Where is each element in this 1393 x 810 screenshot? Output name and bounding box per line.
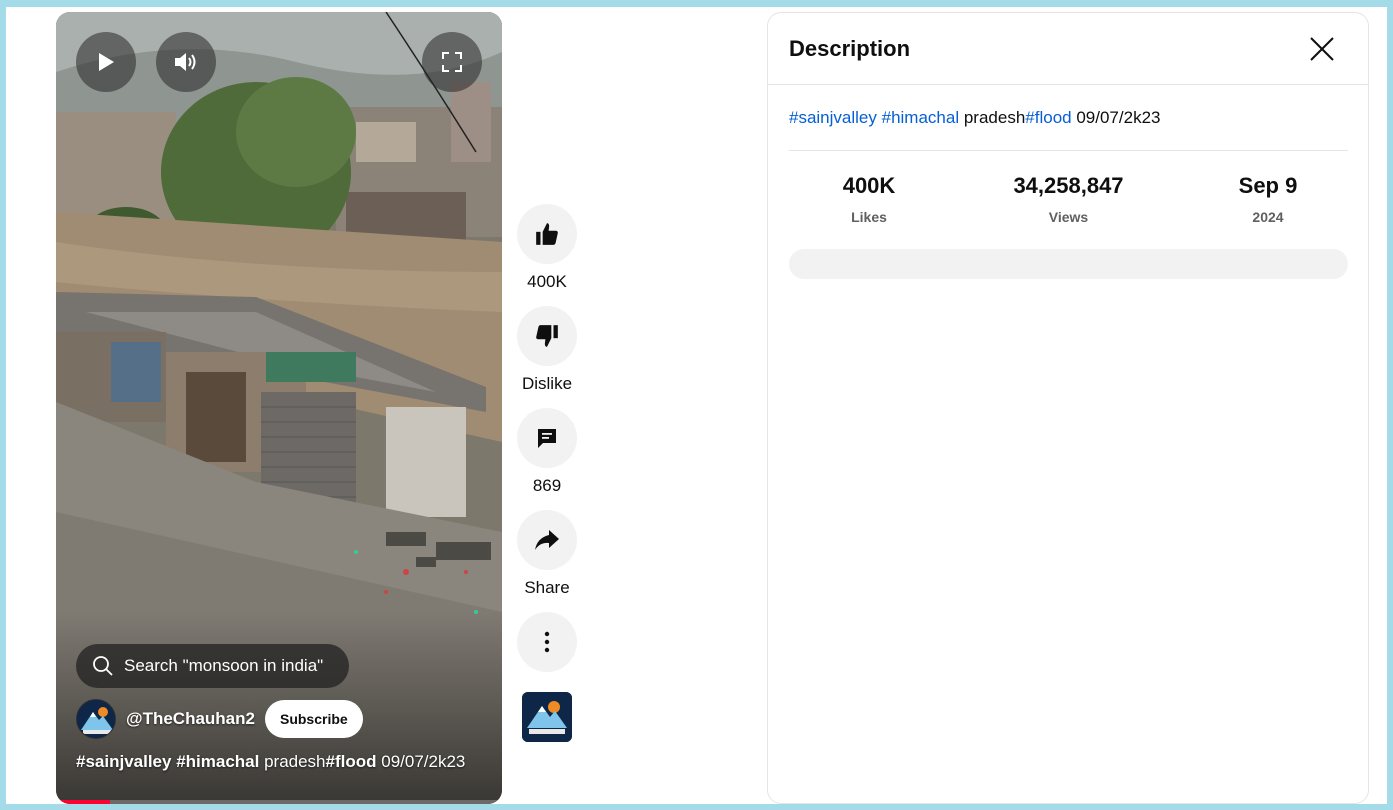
likes-stat: 400K Likes xyxy=(789,173,949,225)
more-options-button[interactable] xyxy=(517,612,577,672)
like-action: 400K xyxy=(517,204,577,292)
fullscreen-button[interactable] xyxy=(422,32,482,92)
views-stat: 34,258,847 Views xyxy=(989,173,1149,225)
thumbs-down-icon xyxy=(536,325,558,347)
views-value: 34,258,847 xyxy=(1013,173,1124,198)
search-suggestion-text: Search "monsoon in india" xyxy=(124,656,324,675)
title-text: pradesh xyxy=(259,752,326,771)
date-value: Sep 9 xyxy=(1238,173,1298,198)
volume-icon xyxy=(175,53,196,71)
subscribe-button[interactable]: Subscribe xyxy=(264,700,363,738)
description-panel: Description #sainjvalley #himachal prade… xyxy=(767,12,1369,804)
more-vertical-icon xyxy=(544,631,550,653)
video-progress-fill xyxy=(56,800,110,804)
video-title: #sainjvalley #himachal pradesh#flood 09/… xyxy=(76,752,486,772)
description-plain-text: pradesh xyxy=(959,108,1026,127)
hashtag-link[interactable]: #flood xyxy=(1025,108,1071,127)
hashtag-link[interactable]: #sainjvalley xyxy=(76,752,171,771)
channel-handle[interactable]: @TheChauhan2 xyxy=(126,709,255,729)
date-year: 2024 xyxy=(1252,209,1284,225)
hashtag-link[interactable]: #sainjvalley xyxy=(789,108,877,127)
channel-thumbnail[interactable] xyxy=(522,692,572,742)
dislike-button[interactable] xyxy=(517,306,577,366)
views-label: Views xyxy=(1048,209,1089,225)
more-action xyxy=(517,612,577,672)
comments-action: 869 xyxy=(517,408,577,496)
like-count: 400K xyxy=(527,272,567,291)
search-suggestion-pill[interactable]: Search "monsoon in india" xyxy=(76,644,349,688)
volume-button[interactable] xyxy=(156,32,216,92)
date-stat: Sep 9 2024 xyxy=(1188,173,1348,225)
likes-value: 400K xyxy=(842,173,896,198)
title-text: 09/07/2k23 xyxy=(376,752,466,771)
close-button[interactable] xyxy=(1306,33,1338,65)
dislike-label: Dislike xyxy=(521,374,573,393)
stats-row: 400K Likes 34,258,847 Views Sep 9 2024 xyxy=(789,173,1348,225)
video-progress-bar[interactable] xyxy=(56,800,502,804)
hashtag-link[interactable]: #flood xyxy=(326,752,377,771)
channel-row: @TheChauhan2 Subscribe xyxy=(76,699,363,739)
comment-count: 869 xyxy=(532,476,562,495)
mountain-logo-icon xyxy=(77,700,115,738)
comments-button[interactable] xyxy=(517,408,577,468)
hashtag-link[interactable]: #himachal xyxy=(176,752,259,771)
likes-label: Likes xyxy=(851,209,887,225)
description-text: #sainjvalley #himachal pradesh#flood 09/… xyxy=(789,108,1160,128)
panel-header: Description xyxy=(768,13,1368,85)
like-button[interactable] xyxy=(517,204,577,264)
close-icon xyxy=(1310,37,1334,61)
share-action: Share xyxy=(517,510,577,598)
hashtag-link[interactable]: #himachal xyxy=(882,108,960,127)
comment-icon xyxy=(538,429,556,448)
channel-avatar[interactable] xyxy=(76,699,116,739)
share-button[interactable] xyxy=(517,510,577,570)
shorts-video-player[interactable]: Search "monsoon in india" @TheChauhan2 S… xyxy=(56,12,502,804)
play-icon xyxy=(99,53,114,71)
share-label: Share xyxy=(524,578,570,597)
panel-title: Description xyxy=(789,36,911,61)
action-column: 400K Dislike 869 Share xyxy=(516,204,578,742)
loading-placeholder xyxy=(789,249,1348,279)
description-plain-text: 09/07/2k23 xyxy=(1071,108,1161,127)
play-button[interactable] xyxy=(76,32,136,92)
dislike-action: Dislike xyxy=(517,306,577,394)
share-icon xyxy=(535,530,559,550)
divider xyxy=(789,150,1348,151)
fullscreen-icon xyxy=(442,52,462,72)
thumbs-up-icon xyxy=(536,223,558,245)
search-icon xyxy=(93,656,113,676)
mountain-logo-icon xyxy=(522,692,572,742)
